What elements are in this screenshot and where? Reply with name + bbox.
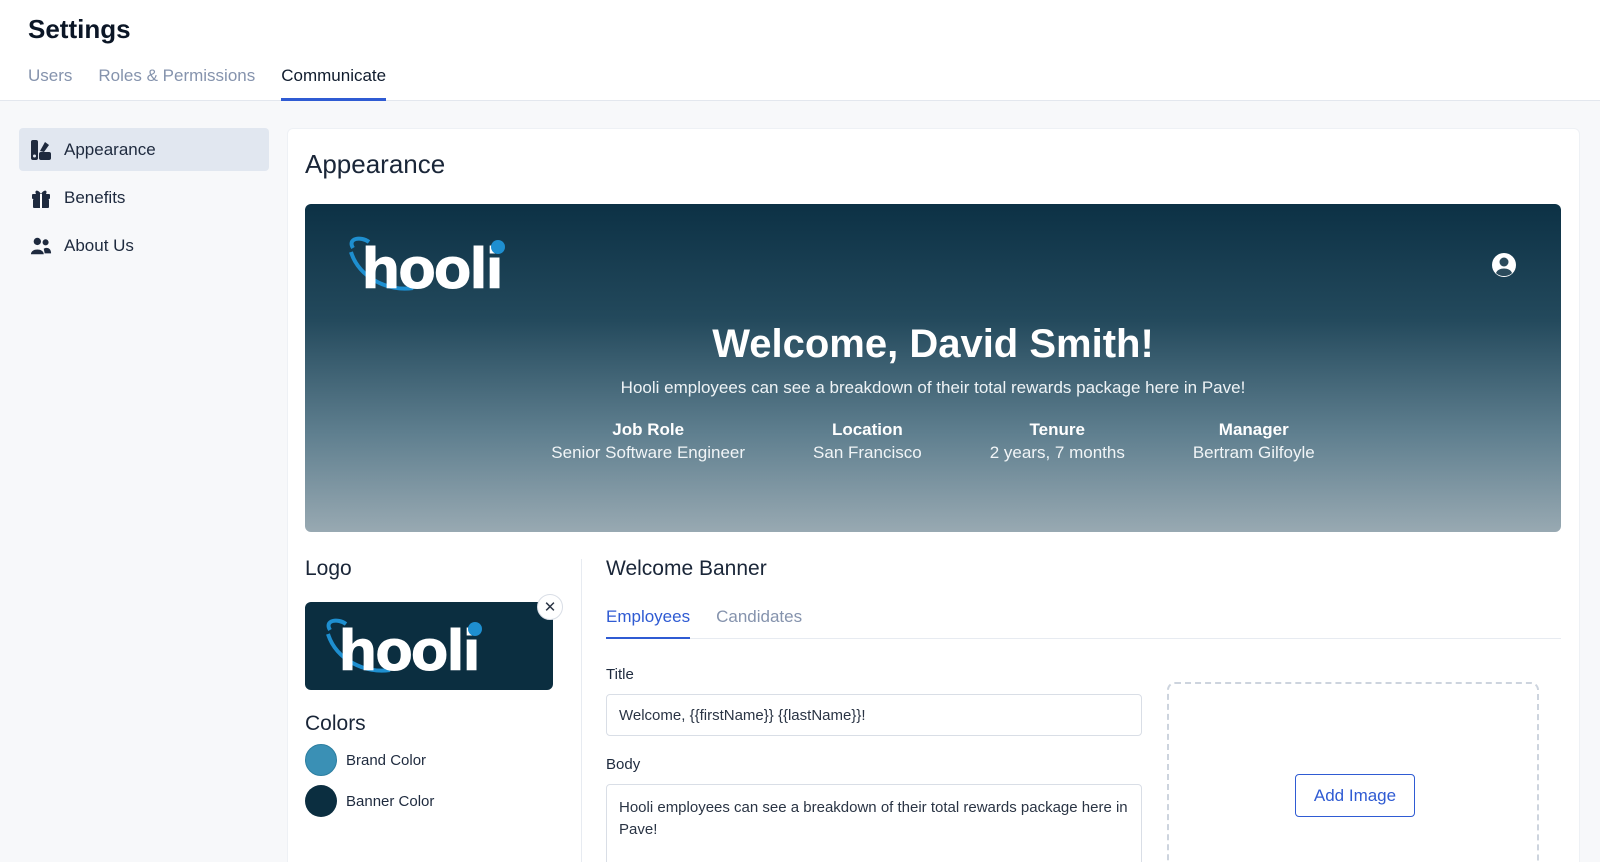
stat-value: Bertram Gilfoyle [1192,443,1315,462]
welcome-banner-preview: hooli Welcome, David Smith! Hooli employ… [305,204,1561,532]
appearance-card: Appearance hooli Welcome, David Smith! H… [287,128,1580,862]
banner-logo: hooli [347,234,517,302]
color-name: Brand Color [346,751,427,769]
brand-color-row: Brand Color [305,744,426,776]
svg-text:hooli: hooli [338,619,478,678]
stat-location: Location San Francisco [813,420,922,463]
logo-upload-preview[interactable]: hooli [305,602,553,690]
stat-label: Manager [1218,420,1289,439]
welcome-banner-tabs: Employees Candidates [606,607,1561,639]
sidebar-item-label: Benefits [64,187,126,207]
banner-heading: Welcome, David Smith! [712,322,1154,366]
stat-label: Location [831,420,903,439]
svg-text:hooli: hooli [361,237,501,296]
banner-stats: Job Role Senior Software Engineer Locati… [305,420,1561,463]
colors-section-label: Colors [305,712,366,735]
stat-label: Tenure [1029,420,1085,439]
page-title: Settings [28,14,131,44]
sidebar-item-benefits[interactable]: Benefits [19,176,269,219]
sidebar-item-about-us[interactable]: About Us [19,224,269,267]
body-textarea[interactable]: Hooli employees can see a breakdown of t… [606,784,1142,862]
gift-icon [30,187,52,209]
sidebar-item-appearance[interactable]: Appearance [19,128,269,171]
tab-roles-permissions[interactable]: Roles & Permissions [98,66,255,101]
tab-candidates[interactable]: Candidates [716,607,802,639]
welcome-banner-label: Welcome Banner [606,557,767,580]
appearance-icon [30,139,52,161]
title-field-label: Title [606,666,634,683]
body-field-label: Body [606,756,641,773]
user-avatar-icon[interactable] [1491,252,1517,283]
stat-tenure: Tenure 2 years, 7 months [990,420,1125,463]
divider [581,559,582,862]
title-input[interactable] [606,694,1142,736]
top-bar: Settings Users Roles & Permissions Commu… [0,0,1600,101]
color-name: Banner Color [346,792,435,810]
image-dropzone[interactable]: Add Image [1167,682,1539,862]
close-icon: ✕ [543,599,557,616]
add-image-button[interactable]: Add Image [1295,774,1415,817]
remove-logo-button[interactable]: ✕ [537,594,563,620]
banner-subheading: Hooli employees can see a breakdown of t… [620,378,1246,397]
banner-color-swatch[interactable] [305,785,337,817]
logo-section-label: Logo [305,557,352,580]
tab-users[interactable]: Users [28,66,72,101]
sidebar-item-label: About Us [64,235,134,255]
people-icon [30,235,52,257]
stat-value: 2 years, 7 months [989,443,1125,462]
tab-communicate[interactable]: Communicate [281,66,387,101]
stat-manager: Manager Bertram Gilfoyle [1193,420,1315,463]
settings-tabs: Users Roles & Permissions Communicate [28,66,412,101]
section-title: Appearance [305,149,446,179]
stat-value: Senior Software Engineer [551,443,746,462]
sidebar: Appearance Benefits About Us [19,128,269,272]
stat-job-role: Job Role Senior Software Engineer [551,420,745,463]
banner-color-row: Banner Color [305,785,434,817]
sidebar-item-label: Appearance [64,139,156,159]
tab-employees[interactable]: Employees [606,607,691,639]
stat-value: San Francisco [813,443,922,462]
stat-label: Job Role [612,420,685,439]
brand-color-swatch[interactable] [305,744,337,776]
